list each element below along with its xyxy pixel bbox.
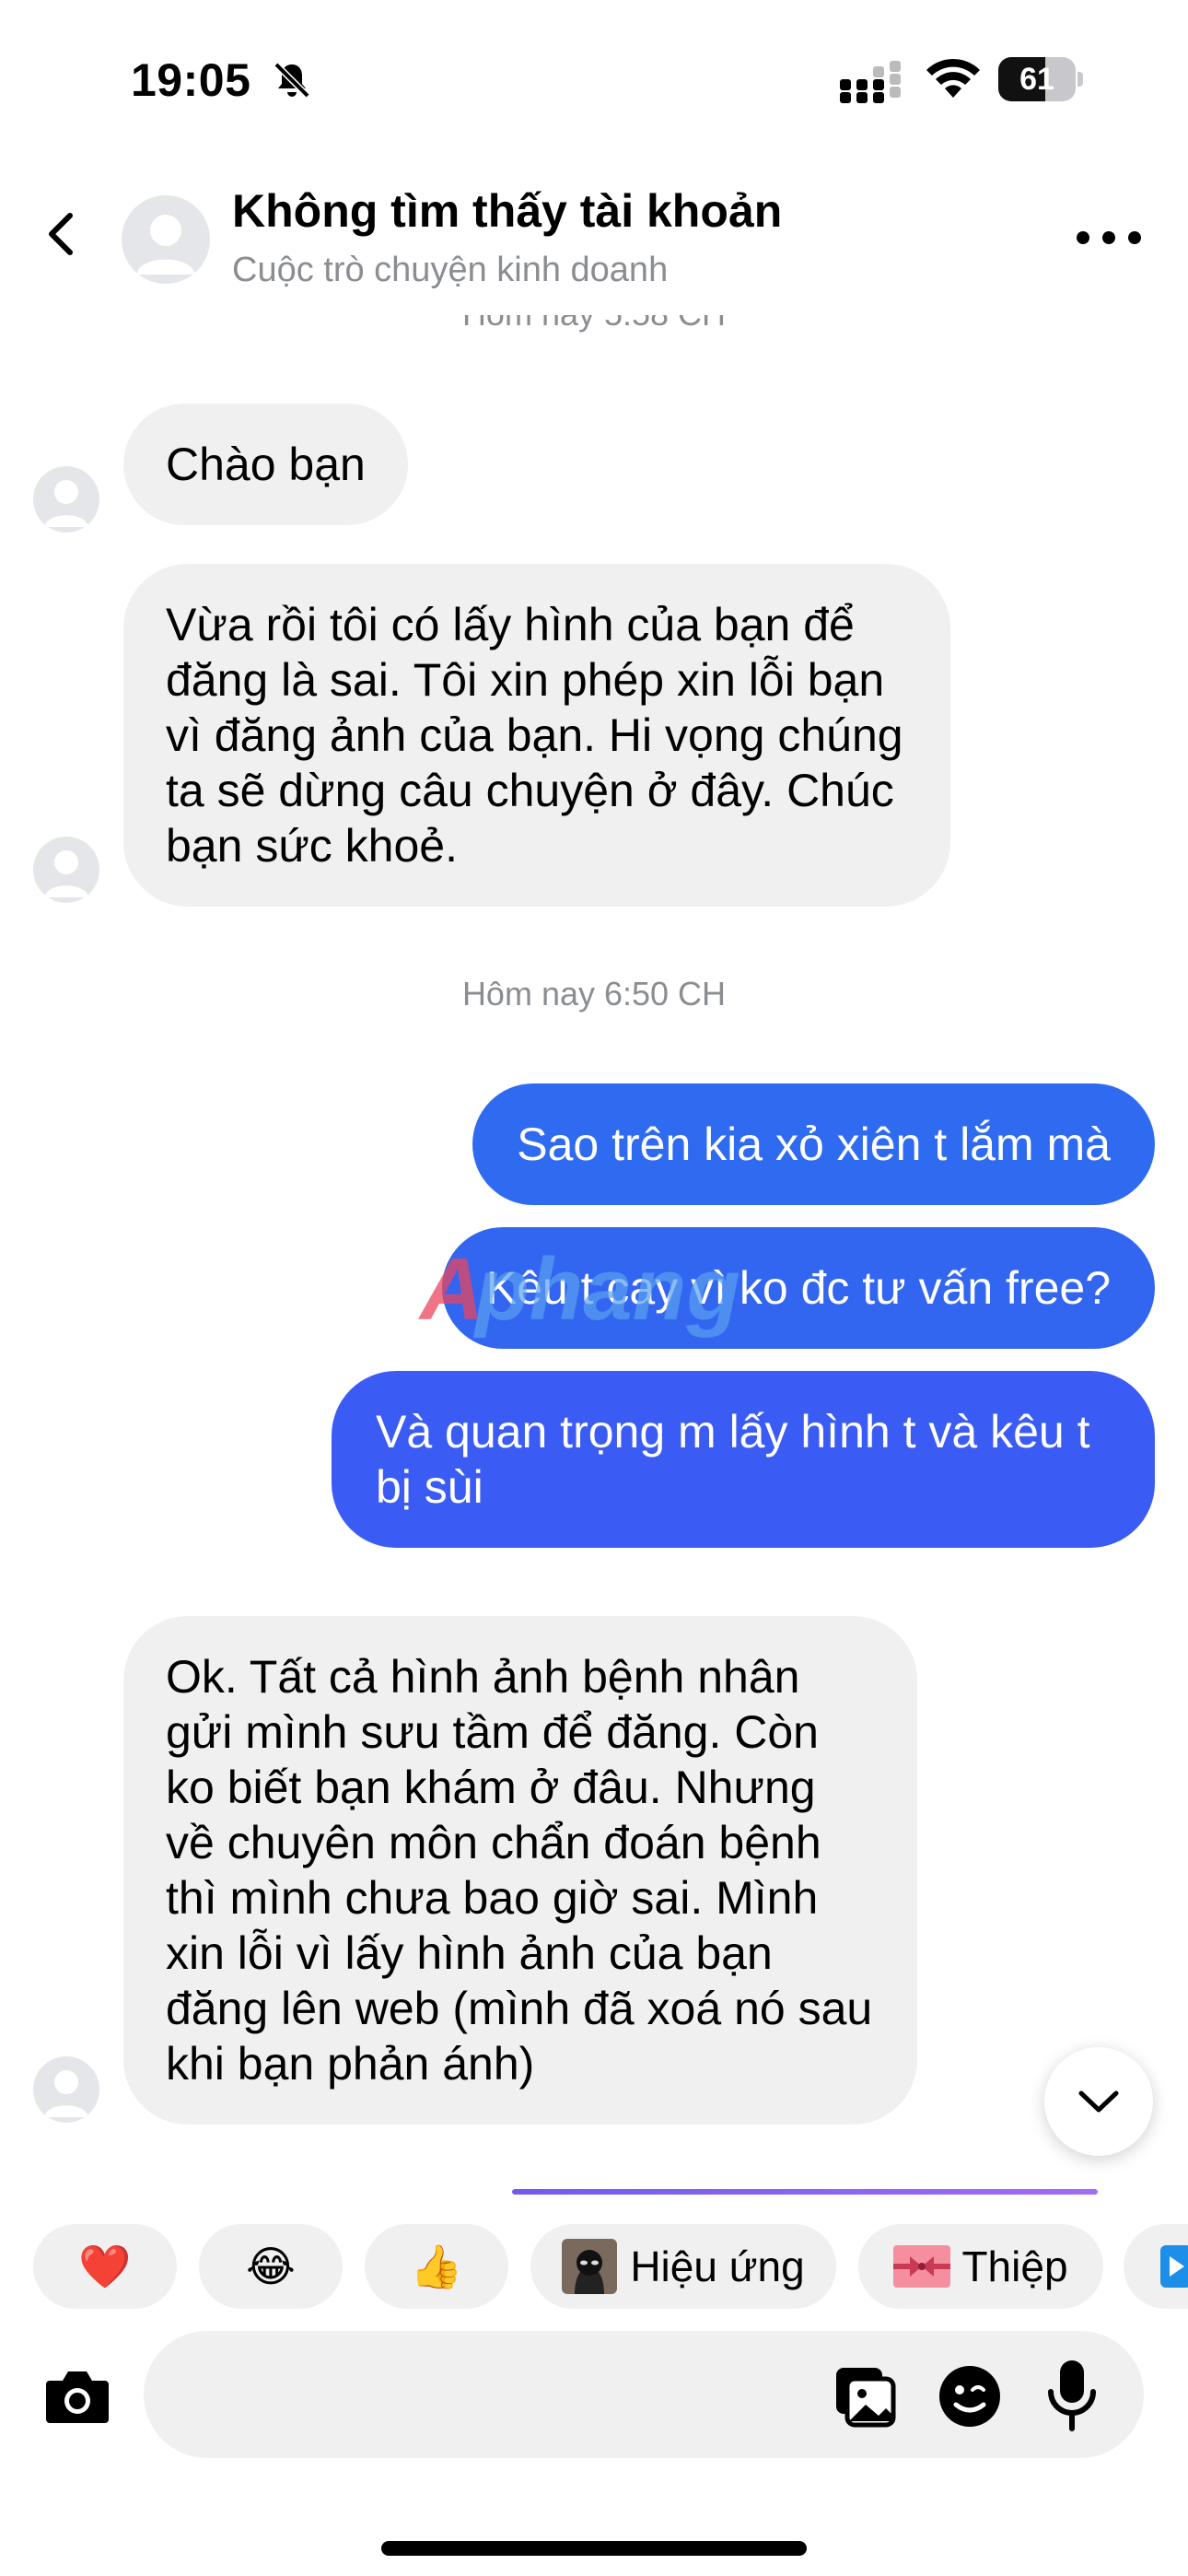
thumbs-up-button[interactable]: 👍 (365, 2224, 508, 2309)
message-input[interactable] (181, 2362, 825, 2427)
default-avatar-icon (136, 215, 195, 275)
play-icon (1160, 2245, 1188, 2288)
battery-icon: 61 (998, 57, 1083, 101)
more-actions-chip[interactable] (1124, 2224, 1188, 2309)
wifi-icon (926, 58, 980, 98)
more-options-icon[interactable] (1074, 221, 1144, 254)
conversation-type: Cuộc trò chuyện kinh doanh (232, 251, 669, 289)
partial-message-edge (512, 2189, 1098, 2195)
chevron-down-icon (1078, 2090, 1119, 2113)
microphone-icon[interactable] (1046, 2359, 1098, 2432)
message-input-container[interactable] (144, 2331, 1144, 2458)
message-list[interactable]: Hôm nay 5:58 CH Chào bạn Vừa rồi tôi có … (0, 276, 1188, 2184)
battery-level: 61 (1019, 62, 1054, 97)
message-composer (0, 2331, 1188, 2460)
effects-button[interactable]: Hiệu ứng (530, 2224, 836, 2309)
gallery-icon[interactable] (833, 2364, 897, 2429)
effects-label: Hiệu ứng (630, 2242, 805, 2290)
contact-avatar[interactable] (122, 195, 210, 284)
message-bubble-incoming[interactable]: Ok. Tất cả hình ảnh bệnh nhân gửi mình s… (123, 1616, 917, 2125)
home-indicator (381, 2541, 807, 2556)
quick-actions-bar: ❤️ 😂 👍 Hiệu ứng Thiệp (0, 2220, 1188, 2313)
chat-header: Không tìm thấy tài khoản Cuộc trò chuyện… (0, 157, 1188, 315)
sender-avatar (33, 837, 99, 903)
message-bubble-outgoing[interactable]: Sao trên kia xỏ xiên t lắm mà (472, 1083, 1155, 1205)
cellular-signal-icon (840, 61, 901, 103)
status-bar: 19:05 61 (0, 0, 1188, 157)
back-icon[interactable] (33, 205, 92, 263)
camera-icon[interactable] (44, 2366, 111, 2425)
message-bubble-incoming[interactable]: Chào bạn (123, 404, 408, 525)
message-bubble-outgoing[interactable]: Kêu t cay vì ko đc tư vấn free? (441, 1227, 1155, 1349)
sender-avatar (33, 466, 99, 533)
message-bubble-outgoing[interactable]: Và quan trọng m lấy hình t và kêu t bị s… (332, 1371, 1155, 1548)
card-button[interactable]: Thiệp (858, 2224, 1103, 2309)
heart-reaction-button[interactable]: ❤️ (33, 2224, 177, 2309)
timestamp: Hôm nay 6:50 CH (461, 975, 727, 1013)
effects-mask-icon (562, 2239, 618, 2294)
bell-off-icon (274, 62, 310, 99)
gift-card-icon (893, 2245, 951, 2288)
contact-name[interactable]: Không tìm thấy tài khoản (232, 184, 782, 238)
sticker-icon[interactable] (938, 2364, 1002, 2429)
heart-icon: ❤️ (78, 2242, 132, 2290)
thumbs-up-icon: 👍 (410, 2242, 463, 2290)
card-label: Thiệp (961, 2242, 1068, 2290)
status-time: 19:05 (131, 54, 251, 106)
message-bubble-incoming[interactable]: Vừa rồi tôi có lấy hình của bạn để đăng … (123, 564, 950, 907)
laughing-emoji-icon: 😂 (246, 2242, 296, 2290)
sender-avatar (33, 2056, 99, 2123)
scroll-to-bottom-button[interactable] (1044, 2047, 1153, 2156)
laugh-reaction-button[interactable]: 😂 (199, 2224, 343, 2309)
